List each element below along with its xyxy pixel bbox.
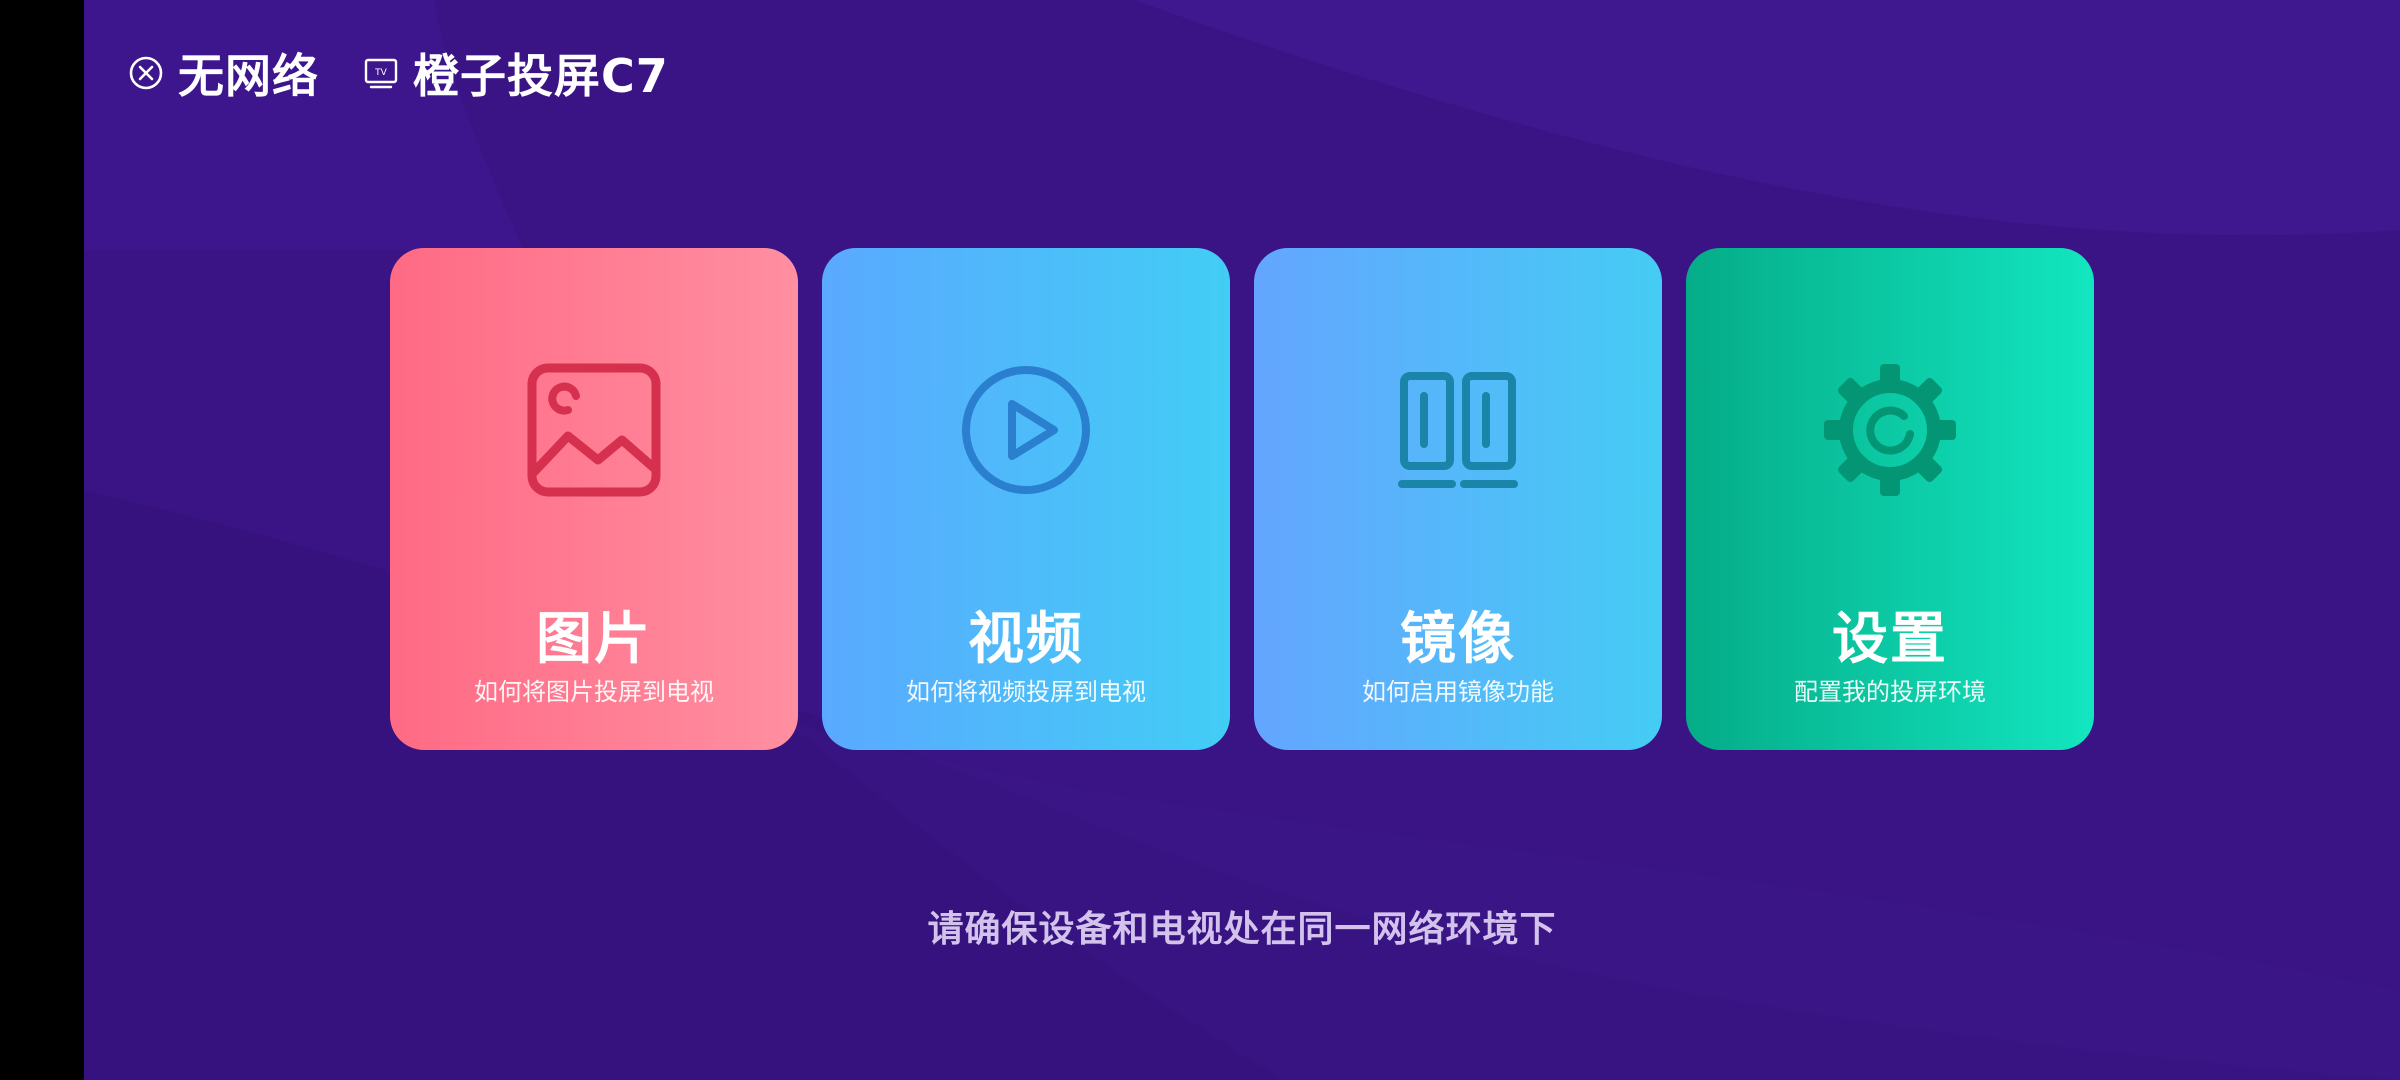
card-mirror[interactable]: 镜像 如何启用镜像功能 [1254, 248, 1662, 750]
card-mirror-subtitle: 如何启用镜像功能 [1362, 678, 1554, 706]
tv-icon: TV [364, 58, 398, 89]
tv-icon-text: TV [374, 68, 387, 78]
card-mirror-title: 镜像 [1400, 607, 1516, 672]
card-photo-subtitle: 如何将图片投屏到电视 [474, 678, 714, 706]
main-stage: 无网络 TV 橙子投屏C7 图片 如何将图片投屏到电视 视频 如何将视频投屏到电… [84, 0, 2400, 1080]
card-video-title: 视频 [968, 607, 1084, 672]
card-settings-subtitle: 配置我的投屏环境 [1794, 678, 1986, 706]
feature-cards: 图片 如何将图片投屏到电视 视频 如何将视频投屏到电视 镜像 如何启用镜像功能 … [390, 248, 2094, 750]
device-status[interactable]: TV 橙子投屏C7 [363, 40, 669, 106]
app-screen: 无网络 TV 橙子投屏C7 图片 如何将图片投屏到电视 视频 如何将视频投屏到电… [0, 0, 2400, 1080]
status-bar: 无网络 TV 橙子投屏C7 [128, 40, 713, 106]
card-photo-title: 图片 [536, 607, 652, 672]
card-photo[interactable]: 图片 如何将图片投屏到电视 [390, 248, 798, 750]
gear-icon [1824, 364, 1956, 496]
left-black-bar [0, 0, 84, 1080]
mirror-icon [1398, 372, 1518, 488]
network-hint: 请确保设备和电视处在同一网络环境下 [927, 909, 1557, 950]
network-status: 无网络 [128, 40, 319, 106]
device-name: 橙子投屏C7 [413, 49, 669, 103]
close-circle-icon [129, 56, 163, 90]
play-circle-icon [962, 366, 1090, 494]
image-icon [527, 363, 661, 497]
network-status-label: 无网络 [178, 49, 319, 103]
card-video-subtitle: 如何将视频投屏到电视 [906, 678, 1146, 706]
card-video[interactable]: 视频 如何将视频投屏到电视 [822, 248, 1230, 750]
card-settings-title: 设置 [1832, 607, 1948, 672]
card-settings[interactable]: 设置 配置我的投屏环境 [1686, 248, 2094, 750]
